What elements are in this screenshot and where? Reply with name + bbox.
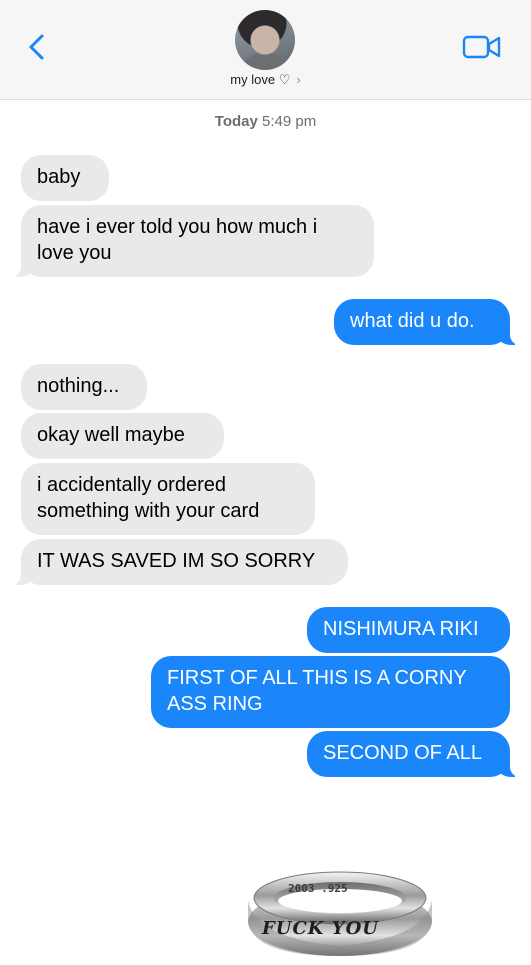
contact-name-button[interactable]: my love ♡ ›: [0, 72, 531, 88]
chevron-right-icon: ›: [296, 72, 301, 87]
video-camera-icon[interactable]: [462, 33, 502, 61]
message-text: FIRST OF ALL THIS IS A CORNY ASS RING: [167, 667, 467, 715]
message-text: i accidentally ordered something with yo…: [37, 474, 260, 522]
ring-engraving-text: FUCK YOU: [262, 918, 379, 939]
message-bubble-incoming[interactable]: i accidentally ordered something with yo…: [21, 463, 315, 535]
message-bubble-incoming[interactable]: have i ever told you how much i love you: [11, 205, 374, 277]
chevron-left-icon[interactable]: [20, 30, 54, 64]
message-timestamp: Today 5:49 pm: [0, 113, 531, 130]
message-bubble-outgoing[interactable]: NISHIMURA RIKI: [307, 607, 510, 653]
message-text: NISHIMURA RIKI: [323, 618, 479, 640]
message-text: what did u do.: [350, 310, 475, 332]
conversation-header: my love ♡ ›: [0, 0, 531, 100]
message-text: SECOND OF ALL: [323, 742, 482, 764]
message-bubble-incoming[interactable]: okay well maybe: [21, 413, 224, 459]
message-bubble-incoming[interactable]: IT WAS SAVED IM SO SORRY: [11, 539, 348, 585]
message-bubble-outgoing[interactable]: SECOND OF ALL: [307, 731, 520, 777]
message-bubble-outgoing[interactable]: FIRST OF ALL THIS IS A CORNY ASS RING: [151, 656, 510, 728]
ring-engraving-numbers: 2003 .925: [288, 882, 348, 895]
message-bubble-incoming[interactable]: nothing...: [21, 364, 147, 410]
ring-image[interactable]: 2003 .925 FUCK YOU: [240, 860, 440, 960]
contact-name: my love ♡: [230, 72, 291, 87]
message-text: okay well maybe: [37, 424, 185, 446]
timestamp-time: 5:49 pm: [262, 113, 317, 130]
message-text: nothing...: [37, 375, 120, 397]
timestamp-day: Today: [214, 113, 258, 130]
ring-picture: [248, 871, 432, 956]
message-text: IT WAS SAVED IM SO SORRY: [37, 550, 316, 572]
message-text: have i ever told you how much i love you: [37, 216, 318, 264]
message-text: baby: [37, 166, 81, 188]
message-bubble-incoming[interactable]: baby: [21, 155, 109, 201]
message-bubble-outgoing[interactable]: what did u do.: [334, 299, 520, 345]
avatar[interactable]: [235, 10, 295, 70]
